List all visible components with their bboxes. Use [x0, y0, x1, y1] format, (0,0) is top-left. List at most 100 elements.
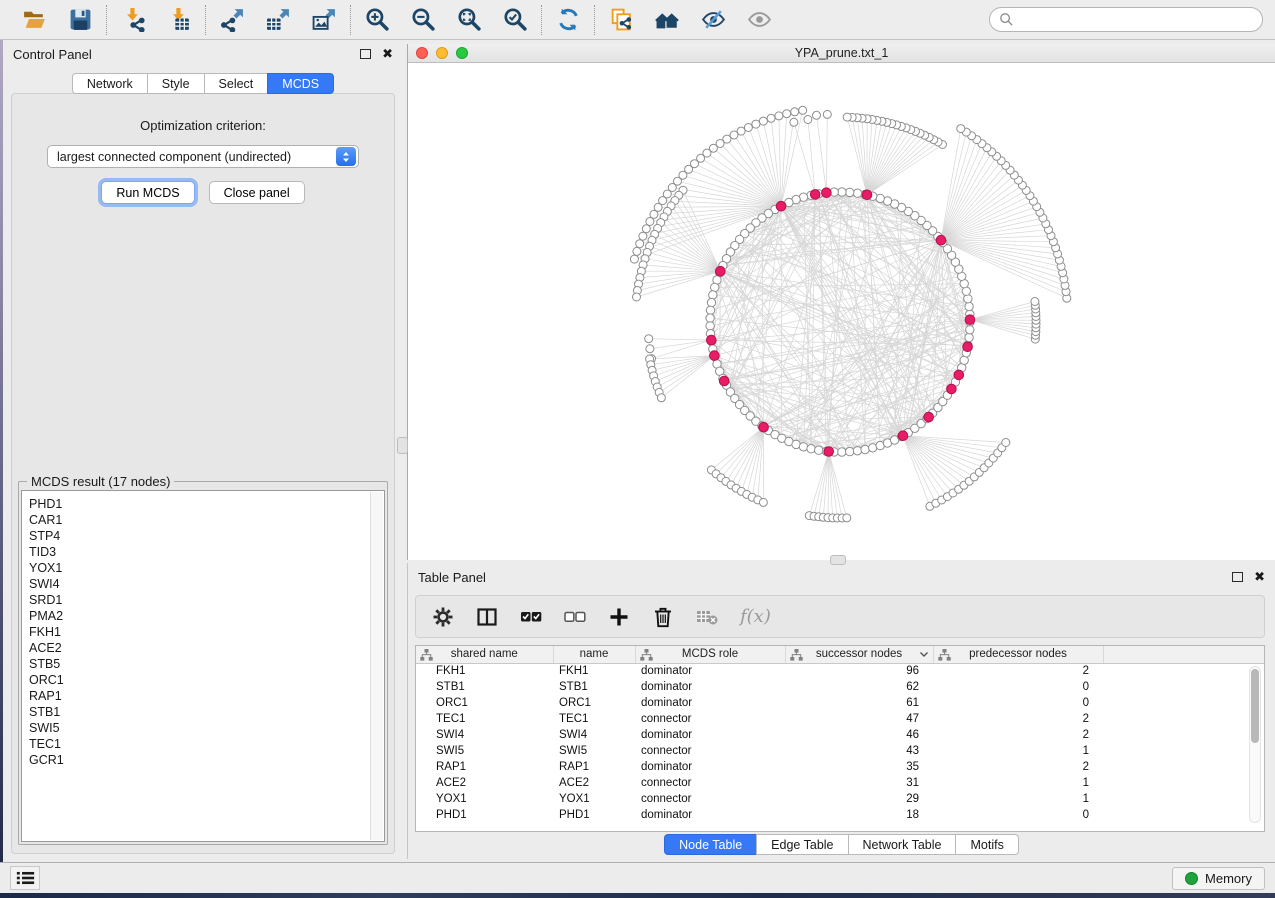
cell-shared-name[interactable]: FKH1 [416, 663, 553, 679]
cell-successor-nodes[interactable]: 47 [785, 711, 933, 727]
mcds-result-item[interactable]: YOX1 [29, 560, 384, 576]
cell-successor-nodes[interactable]: 29 [785, 791, 933, 807]
network-canvas[interactable] [408, 63, 1275, 560]
search-box[interactable] [989, 7, 1263, 32]
table-tab-motifs[interactable]: Motifs [955, 834, 1018, 855]
table-scrollbar-thumb[interactable] [1251, 669, 1259, 743]
cell-predecessor-nodes[interactable]: 0 [933, 695, 1103, 711]
table-settings-button[interactable] [432, 603, 454, 631]
cell-shared-name[interactable]: TEC1 [416, 711, 553, 727]
cell-MCDS-role[interactable]: dominator [635, 679, 785, 695]
mcds-result-item[interactable]: RAP1 [29, 688, 384, 704]
cell-shared-name[interactable]: YOX1 [416, 791, 553, 807]
cell-successor-nodes[interactable]: 18 [785, 807, 933, 823]
cell-MCDS-role[interactable]: dominator [635, 759, 785, 775]
apply-layout-button[interactable] [554, 6, 582, 34]
show-panels-button[interactable] [10, 866, 40, 890]
cell-MCDS-role[interactable]: connector [635, 775, 785, 791]
cell-predecessor-nodes[interactable]: 2 [933, 759, 1103, 775]
cell-MCDS-role[interactable]: dominator [635, 727, 785, 743]
add-column-button[interactable] [608, 603, 630, 631]
table-row[interactable]: SWI4SWI4dominator462 [416, 727, 1264, 743]
open-session-button[interactable] [20, 6, 48, 34]
mcds-result-item[interactable]: ORC1 [29, 672, 384, 688]
cell-MCDS-role[interactable]: dominator [635, 807, 785, 823]
cell-name[interactable]: RAP1 [553, 759, 635, 775]
network-graph[interactable] [408, 63, 1275, 559]
table-row[interactable]: FKH1FKH1dominator962 [416, 663, 1264, 679]
cell-shared-name[interactable]: STB1 [416, 679, 553, 695]
horizontal-splitter-grip[interactable] [830, 555, 846, 565]
save-session-button[interactable] [66, 6, 94, 34]
table-row[interactable]: TEC1TEC1connector472 [416, 711, 1264, 727]
cell-successor-nodes[interactable]: 46 [785, 727, 933, 743]
column-header-MCDS-role[interactable]: MCDS role [635, 646, 785, 663]
mcds-result-item[interactable]: STB1 [29, 704, 384, 720]
cell-predecessor-nodes[interactable]: 1 [933, 791, 1103, 807]
table-row[interactable]: ACE2ACE2connector311 [416, 775, 1264, 791]
mcds-result-item[interactable]: TID3 [29, 544, 384, 560]
hide-selected-button[interactable] [699, 6, 727, 34]
cell-shared-name[interactable]: RAP1 [416, 759, 553, 775]
cell-successor-nodes[interactable]: 43 [785, 743, 933, 759]
delete-column-button[interactable] [652, 603, 674, 631]
cell-name[interactable]: FKH1 [553, 663, 635, 679]
cell-shared-name[interactable]: SWI5 [416, 743, 553, 759]
import-table-button[interactable] [165, 6, 193, 34]
cell-MCDS-role[interactable]: connector [635, 711, 785, 727]
table-tab-node-table[interactable]: Node Table [664, 834, 756, 855]
mcds-result-item[interactable]: STB5 [29, 656, 384, 672]
zoom-fit-button[interactable] [455, 6, 483, 34]
cell-name[interactable]: ACE2 [553, 775, 635, 791]
float-table-panel-icon[interactable] [1232, 572, 1243, 582]
cell-MCDS-role[interactable]: dominator [635, 695, 785, 711]
mcds-result-item[interactable]: STP4 [29, 528, 384, 544]
cell-successor-nodes[interactable]: 35 [785, 759, 933, 775]
mcds-result-item[interactable]: PMA2 [29, 608, 384, 624]
cell-successor-nodes[interactable]: 96 [785, 663, 933, 679]
cell-predecessor-nodes[interactable]: 0 [933, 679, 1103, 695]
cell-name[interactable]: TEC1 [553, 711, 635, 727]
run-mcds-button[interactable]: Run MCDS [101, 181, 194, 204]
export-image-button[interactable] [310, 6, 338, 34]
cell-name[interactable]: ORC1 [553, 695, 635, 711]
result-list-scrollbar[interactable] [370, 492, 383, 840]
table-row[interactable]: ORC1ORC1dominator610 [416, 695, 1264, 711]
cell-predecessor-nodes[interactable]: 1 [933, 743, 1103, 759]
column-header-name[interactable]: name [553, 646, 635, 663]
cell-MCDS-role[interactable]: connector [635, 743, 785, 759]
network-overview-button[interactable] [653, 6, 681, 34]
cell-shared-name[interactable]: SWI4 [416, 727, 553, 743]
mcds-result-item[interactable]: FKH1 [29, 624, 384, 640]
export-network-button[interactable] [218, 6, 246, 34]
mcds-result-item[interactable]: GCR1 [29, 752, 384, 768]
zoom-in-button[interactable] [363, 6, 391, 34]
search-input[interactable] [1019, 13, 1253, 27]
table-row[interactable]: RAP1RAP1dominator352 [416, 759, 1264, 775]
cell-successor-nodes[interactable]: 62 [785, 679, 933, 695]
cell-successor-nodes[interactable]: 61 [785, 695, 933, 711]
tab-mcds[interactable]: MCDS [267, 73, 334, 94]
cell-name[interactable]: PHD1 [553, 807, 635, 823]
cell-name[interactable]: SWI4 [553, 727, 635, 743]
cell-predecessor-nodes[interactable]: 2 [933, 727, 1103, 743]
table-row[interactable]: STB1STB1dominator620 [416, 679, 1264, 695]
mcds-result-item[interactable]: SWI5 [29, 720, 384, 736]
mcds-result-item[interactable]: CAR1 [29, 512, 384, 528]
table-tab-network-table[interactable]: Network Table [848, 834, 956, 855]
memory-button[interactable]: Memory [1172, 867, 1265, 890]
vertical-splitter-grip[interactable] [397, 437, 408, 454]
table-row[interactable]: SWI5SWI5connector431 [416, 743, 1264, 759]
export-table-button[interactable] [264, 6, 292, 34]
clone-network-button[interactable] [607, 6, 635, 34]
table-row[interactable]: PHD1PHD1dominator180 [416, 807, 1264, 823]
network-window-titlebar[interactable]: YPA_prune.txt_1 [408, 44, 1275, 63]
deselect-all-button[interactable] [564, 603, 586, 631]
mcds-result-item[interactable]: PHD1 [29, 496, 384, 512]
mcds-result-item[interactable]: SWI4 [29, 576, 384, 592]
mcds-result-list[interactable]: PHD1CAR1STP4TID3YOX1SWI4SRD1PMA2FKH1ACE2… [21, 490, 385, 842]
cell-shared-name[interactable]: PHD1 [416, 807, 553, 823]
cell-name[interactable]: STB1 [553, 679, 635, 695]
mcds-result-item[interactable]: ACE2 [29, 640, 384, 656]
cell-predecessor-nodes[interactable]: 2 [933, 711, 1103, 727]
